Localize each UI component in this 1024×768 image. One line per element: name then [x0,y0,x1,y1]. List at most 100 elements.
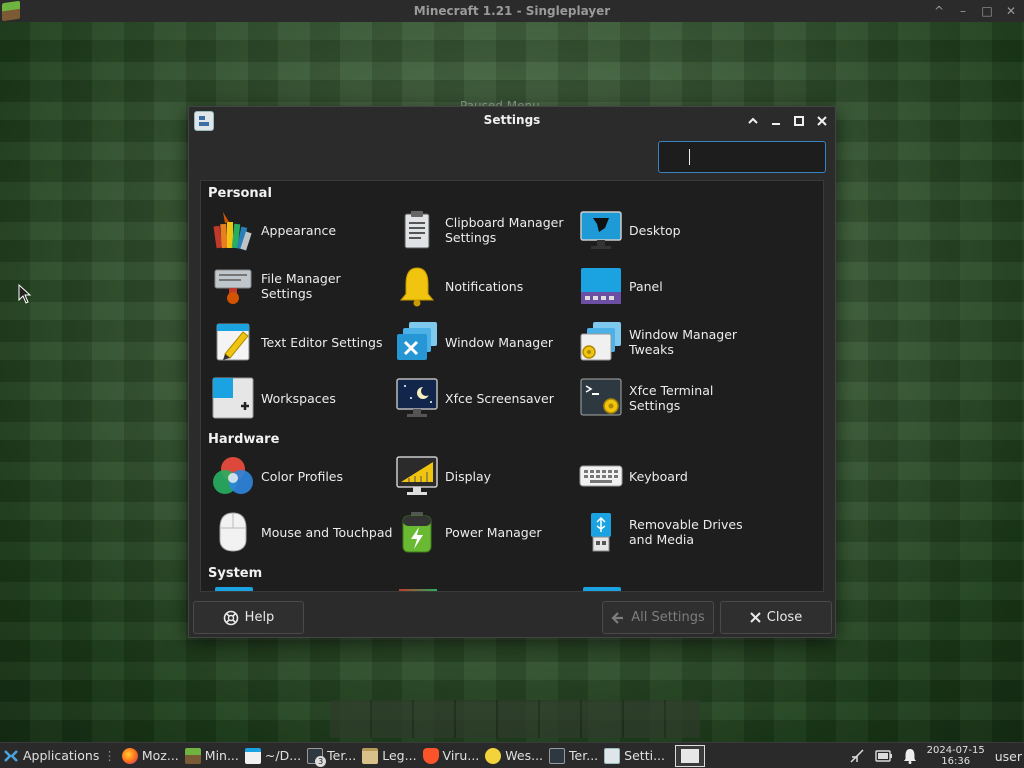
settings-item-notifications[interactable]: Notifications [395,262,577,310]
text-caret [689,149,690,165]
item-label: File Manager Settings [261,271,341,301]
taskbar-applications-menu[interactable]: Applications ⋮ [0,743,119,768]
taskbar-item-firefox[interactable]: Moz... [119,743,182,768]
brave-icon [422,747,439,764]
close-button[interactable] [812,111,832,131]
panel-icon [579,264,623,308]
settings-item-terminal-settings[interactable]: Xfce Terminal Settings [579,374,761,422]
settings-item-keyboard[interactable]: Keyboard [579,452,761,500]
item-label: Window Manager Tweaks [629,327,738,357]
maximize-icon [794,116,804,126]
item-label: Panel [629,278,663,294]
clock-time: 16:36 [941,756,971,767]
network-disconnected-icon[interactable] [849,748,865,764]
system-item-partial-3[interactable] [583,587,621,591]
taskbar-item-label: Applications [23,748,100,763]
item-label: Keyboard [629,468,688,484]
terminal-icon: 3 [307,747,327,767]
workspace-1[interactable] [675,744,705,767]
taskbar-item-browser[interactable]: Wes... [482,743,546,768]
color-profiles-icon [211,454,255,498]
usb-drive-icon [579,510,623,554]
clock[interactable]: 2024-07-15 16:36 [927,745,985,767]
minimize-icon [772,123,780,125]
workspace-switcher[interactable] [672,743,708,768]
close-icon [750,612,761,623]
system-item-partial-2[interactable] [399,589,437,591]
settings-titlebar[interactable]: Settings [189,107,835,135]
settings-item-desktop[interactable]: Desktop [579,206,761,254]
taskbar-item-minecraft[interactable]: Min... [182,743,242,768]
minimize-window-button[interactable]: – [956,4,970,18]
settings-item-color-profiles[interactable]: Color Profiles [211,452,393,500]
minimize-button[interactable] [766,111,786,131]
taskbar-item-label: Min... [204,748,239,763]
settings-item-window-manager[interactable]: Window Manager [395,318,577,366]
item-label: Removable Drives and Media [629,517,743,547]
clipboard-icon [395,208,439,252]
maximize-window-button[interactable]: □ [980,4,994,18]
system-item-partial-1[interactable] [215,587,253,591]
taskbar-item-brave[interactable]: Viru... [420,743,483,768]
settings-item-file-manager[interactable]: File Manager Settings [211,262,393,310]
item-label: Xfce Screensaver [445,390,554,406]
item-label: Appearance [261,222,337,238]
minecraft-window-title: Minecraft 1.21 - Singleplayer [413,4,611,18]
settings-item-text-editor[interactable]: Text Editor Settings [211,318,393,366]
close-button-label: Close [766,610,803,625]
taskbar-item-terminal[interactable]: Ter... [546,743,601,768]
settings-item-display[interactable]: Display [395,452,577,500]
help-button[interactable]: Help [193,601,304,634]
close-dialog-button[interactable]: Close [720,601,832,634]
taskbar-item-settings[interactable]: Setti... [601,743,668,768]
close-window-button[interactable]: ✕ [1004,4,1018,18]
search-field[interactable] [658,141,843,173]
taskbar-item-text-editor[interactable]: ~/D... [242,743,304,768]
user-menu[interactable]: user [995,749,1022,764]
settings-item-removable-drives[interactable]: Removable Drives and Media [579,508,761,556]
screensaver-icon [395,376,439,420]
notification-bell-icon[interactable] [903,748,917,764]
search-input[interactable] [673,146,843,168]
settings-item-power-manager[interactable]: Power Manager [395,508,577,556]
file-manager-icon [211,264,255,308]
item-label: Power Manager [445,524,542,540]
battery-icon[interactable] [874,750,893,762]
settings-item-mouse-touchpad[interactable]: Mouse and Touchpad [211,508,393,556]
settings-item-screensaver[interactable]: Xfce Screensaver [395,374,577,422]
settings-item-workspaces[interactable]: Workspaces [211,374,393,422]
text-editor-icon [211,320,255,364]
taskbar-item-label: Ter... [327,748,357,763]
text-editor-icon [244,747,261,764]
mouse-cursor-icon [18,284,32,304]
clock-date: 2024-07-15 [926,745,985,756]
minecraft-icon [184,747,201,764]
taskbar-item-label: ~/D... [264,748,302,763]
maximize-button[interactable] [789,111,809,131]
settings-item-panel[interactable]: Panel [579,262,761,310]
shade-window-button[interactable]: ^ [932,4,946,18]
minecraft-titlebar: Minecraft 1.21 - Singleplayer ^ – □ ✕ [0,0,1024,22]
shade-button[interactable] [743,111,763,131]
item-label: Display [445,468,492,484]
taskbar-item-label: Ter... [569,748,599,763]
settings-content-panel: Personal Appearance Clipboard Manager Se… [200,180,824,592]
settings-item-window-manager-tweaks[interactable]: Window Manager Tweaks [579,318,761,366]
settings-window-title: Settings [483,113,541,127]
item-label: Notifications [445,278,524,294]
item-label: Text Editor Settings [261,334,383,350]
game-hotbar [330,700,700,738]
taskbar-item-terminal-group[interactable]: 3 Ter... [304,743,359,768]
settings-item-appearance[interactable]: Appearance [211,206,393,254]
all-settings-button-label: All Settings [631,610,705,625]
workspaces-icon [211,376,255,420]
settings-icon [604,747,621,764]
all-settings-button[interactable]: All Settings [602,601,714,634]
settings-item-clipboard-manager[interactable]: Clipboard Manager Settings [395,206,577,254]
window-manager-icon [395,320,439,364]
appearance-icon [211,208,255,252]
system-tray: 2024-07-15 16:36 user [849,743,1024,768]
display-icon [395,454,439,498]
folder-icon [362,747,379,764]
taskbar-item-file-manager[interactable]: Leg... [359,743,419,768]
